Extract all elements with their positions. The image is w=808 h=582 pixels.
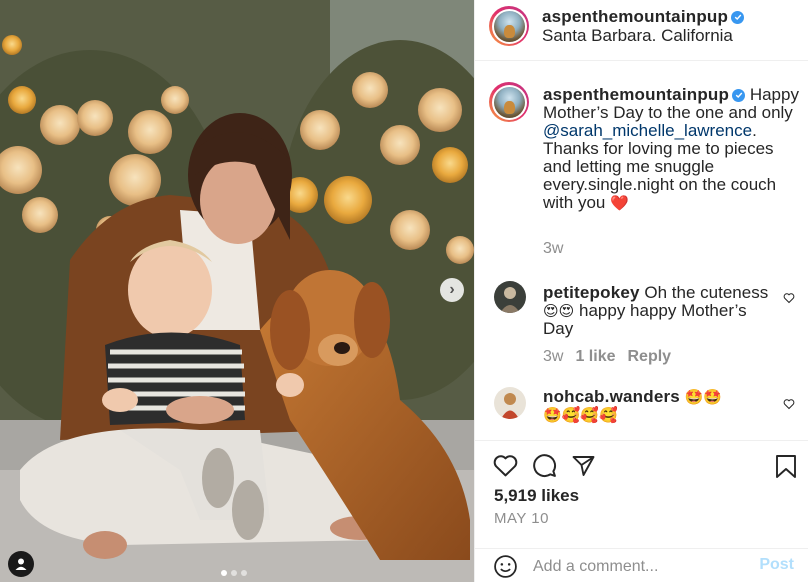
- post-comment-button[interactable]: Post: [759, 556, 794, 574]
- commenter-username[interactable]: petitepokey: [543, 283, 640, 302]
- comment-body-cont: happy happy Mother’s Day: [543, 301, 747, 338]
- likes-count[interactable]: 5,919 likes: [494, 486, 579, 506]
- post-side-panel: aspenthemountainpup Santa Barbara. Calif…: [474, 0, 808, 582]
- caption-text: aspenthemountainpup Happy Mother’s Day t…: [543, 85, 801, 213]
- caption-username[interactable]: aspenthemountainpup: [543, 85, 729, 104]
- red-heart-emoji: ❤️: [610, 194, 629, 212]
- add-comment-bar: Post: [475, 548, 808, 582]
- carousel-dot: [231, 570, 237, 576]
- comment-bubble-icon[interactable]: [532, 453, 557, 483]
- comment-emoji: 😍😍: [543, 302, 575, 320]
- post-date[interactable]: MAY 10: [494, 510, 549, 527]
- commenter-avatar[interactable]: [494, 281, 526, 313]
- photo-scene: [0, 0, 474, 582]
- post-action-bar: 5,919 likes MAY 10: [475, 440, 808, 548]
- author-avatar[interactable]: [489, 6, 529, 46]
- next-photo-button[interactable]: ›: [440, 278, 464, 302]
- bookmark-icon[interactable]: [775, 454, 797, 484]
- caption-avatar[interactable]: [489, 82, 529, 122]
- action-icons: [493, 453, 596, 483]
- commenter-username[interactable]: nohcab.wanders: [543, 387, 680, 406]
- caption-mention-link[interactable]: @sarah_michelle_lawrence: [543, 121, 752, 140]
- carousel-indicator: [221, 570, 247, 576]
- carousel-dot: [241, 570, 247, 576]
- author-username-text[interactable]: aspenthemountainpup: [542, 7, 728, 26]
- comment-likes[interactable]: 1 like: [575, 348, 615, 365]
- comment-meta: 3w 1 like Reply: [543, 348, 671, 366]
- post-location[interactable]: Santa Barbara. California: [542, 26, 733, 46]
- like-comment-heart-icon[interactable]: [783, 291, 795, 309]
- post-photo[interactable]: ›: [0, 0, 474, 582]
- comment-text: petitepokey Oh the cuteness 😍😍 happy happ…: [543, 284, 775, 338]
- commenter-avatar[interactable]: [494, 387, 526, 419]
- verified-badge-icon: [731, 10, 745, 24]
- user-tag-icon[interactable]: [8, 551, 34, 577]
- carousel-dot-active: [221, 570, 227, 576]
- author-username[interactable]: aspenthemountainpup: [542, 7, 745, 27]
- add-comment-input[interactable]: [533, 555, 743, 579]
- like-heart-icon[interactable]: [493, 454, 518, 482]
- post-header: aspenthemountainpup Santa Barbara. Calif…: [475, 0, 808, 61]
- comment-emoji: 🤩🥰🥰🥰: [543, 406, 618, 424]
- reply-button[interactable]: Reply: [627, 348, 671, 365]
- share-paper-plane-icon[interactable]: [571, 454, 596, 483]
- like-comment-heart-icon[interactable]: [783, 397, 795, 415]
- comment-time[interactable]: 3w: [543, 348, 563, 365]
- emoji-smiley-icon[interactable]: [493, 554, 518, 582]
- comment-body: Oh the cuteness: [639, 283, 769, 302]
- comment-text: nohcab.wanders 🤩🤩 🤩🥰🥰🥰: [543, 387, 775, 425]
- caption-timestamp[interactable]: 3w: [543, 240, 563, 258]
- comment-emoji: 🤩🤩: [679, 388, 723, 406]
- verified-badge-icon: [732, 88, 746, 102]
